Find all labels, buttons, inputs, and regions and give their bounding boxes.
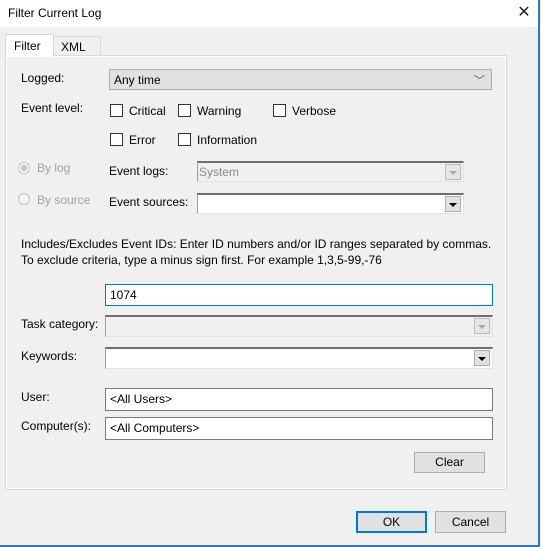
logged-label: Logged: — [21, 71, 65, 85]
user-input[interactable]: <All Users> — [105, 388, 493, 411]
verbose-label: Verbose — [292, 104, 337, 118]
dropdown-arrow-icon — [445, 196, 461, 212]
by-log-label: By log — [37, 161, 71, 175]
computers-label: Computer(s): — [21, 419, 92, 433]
error-checkbox[interactable] — [110, 133, 123, 146]
logged-select[interactable]: Any time ﹀ — [109, 69, 492, 90]
event-sources-label: Event sources: — [109, 195, 189, 209]
verbose-checkbox[interactable] — [273, 104, 286, 117]
warning-label: Warning — [197, 104, 242, 118]
event-ids-value: 1074 — [110, 288, 137, 302]
event-logs-label: Event logs: — [109, 164, 169, 178]
title-bar: Filter Current Log ✕ — [0, 0, 538, 27]
event-logs-combo[interactable]: System — [197, 161, 464, 182]
event-ids-input[interactable]: 1074 — [105, 284, 493, 306]
dropdown-arrow-icon — [445, 164, 461, 180]
by-source-label: By source — [37, 193, 91, 207]
close-icon[interactable]: ✕ — [512, 2, 536, 24]
logged-value: Any time — [114, 73, 161, 87]
clear-button[interactable]: Clear — [414, 452, 485, 473]
by-source-radio[interactable] — [18, 193, 30, 205]
filter-dialog: Filter Current Log ✕ Filter XML Logged: … — [0, 0, 540, 547]
ok-button[interactable]: OK — [356, 511, 427, 533]
information-label: Information — [197, 133, 258, 147]
tab-xml-label: XML — [61, 40, 86, 54]
tab-filter-label: Filter — [14, 39, 41, 53]
event-ids-help: Includes/Excludes Event IDs: Enter ID nu… — [21, 237, 492, 267]
critical-label: Critical — [129, 104, 166, 118]
cancel-button[interactable]: Cancel — [435, 511, 506, 533]
event-level-label: Event level: — [21, 101, 84, 115]
computers-value: <All Computers> — [110, 421, 200, 435]
event-logs-value: System — [199, 165, 240, 179]
chevron-down-icon: ﹀ — [474, 75, 485, 87]
tab-filter[interactable]: Filter — [5, 34, 54, 57]
task-category-combo[interactable] — [105, 315, 493, 337]
computers-input[interactable]: <All Computers> — [105, 417, 493, 440]
dropdown-arrow-icon — [474, 350, 490, 366]
warning-checkbox[interactable] — [178, 104, 191, 117]
error-label: Error — [129, 133, 156, 147]
critical-checkbox[interactable] — [110, 104, 123, 117]
by-log-radio[interactable] — [18, 162, 30, 174]
event-sources-combo[interactable] — [197, 193, 464, 214]
dialog-title: Filter Current Log — [8, 6, 102, 20]
tab-xml[interactable]: XML — [52, 36, 101, 56]
user-value: <All Users> — [110, 392, 173, 406]
keywords-label: Keywords: — [21, 349, 78, 363]
dropdown-arrow-icon — [474, 318, 490, 334]
user-label: User: — [21, 390, 50, 404]
keywords-combo[interactable] — [105, 347, 493, 369]
information-checkbox[interactable] — [178, 133, 191, 146]
task-category-label: Task category: — [21, 317, 99, 331]
